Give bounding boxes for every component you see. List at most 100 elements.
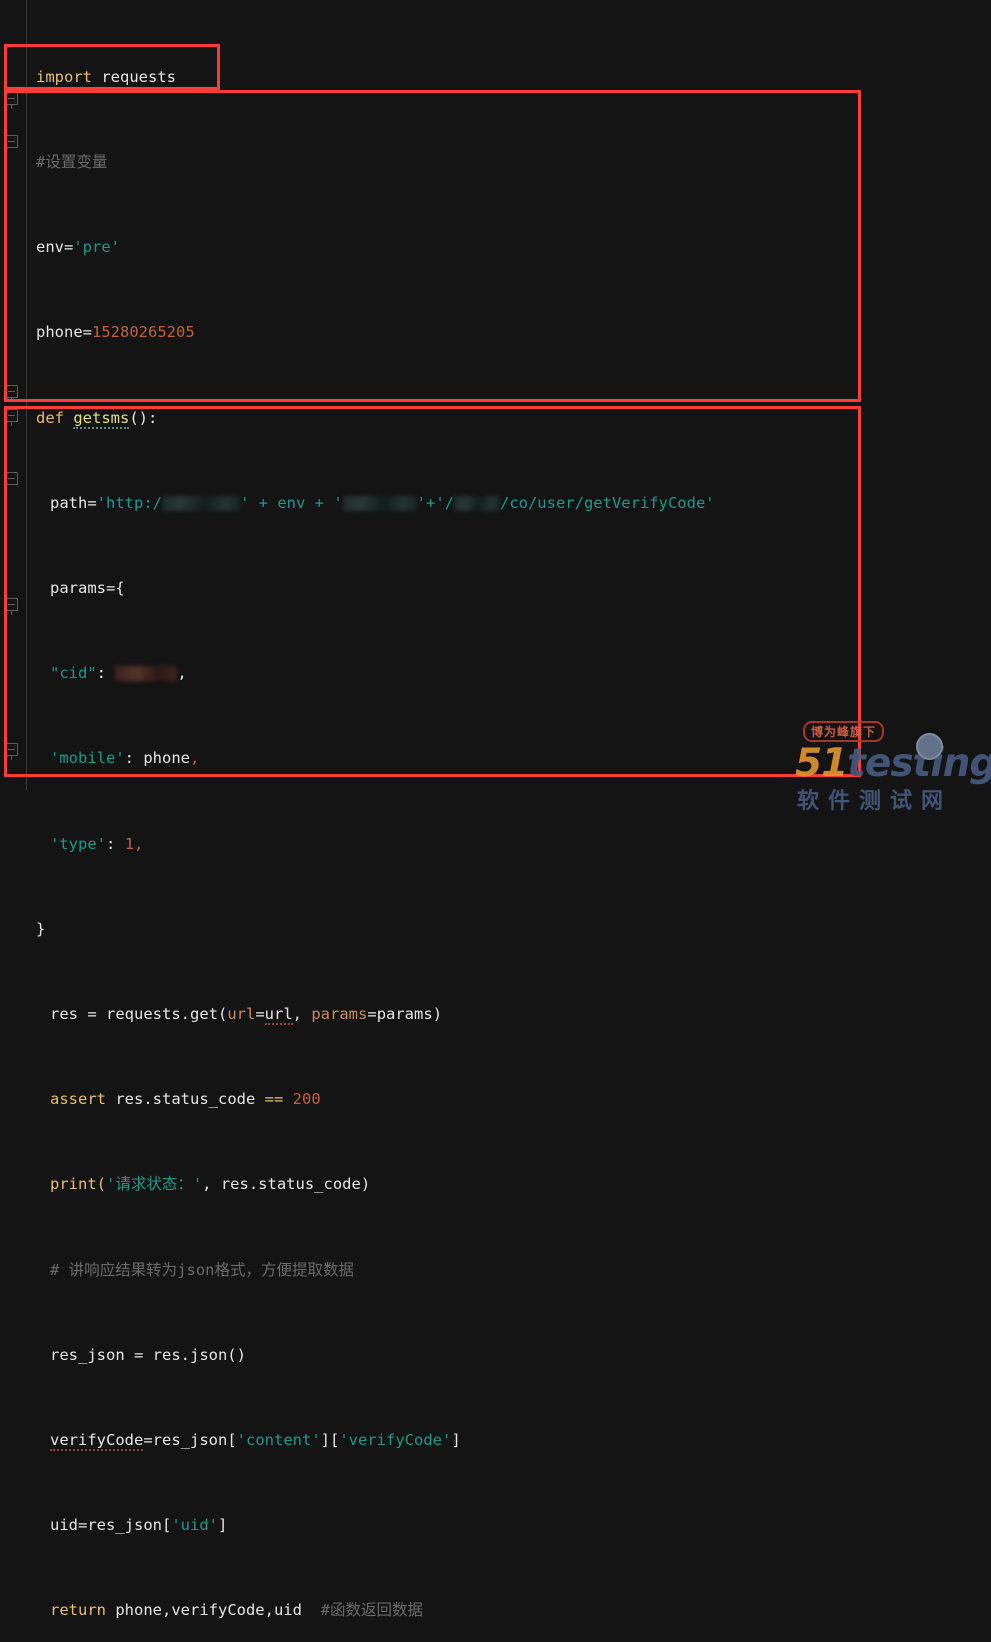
token-operator: = [82,323,93,342]
token-punctuation: ][ [320,1430,340,1449]
token-call: requests.get( [106,1004,228,1023]
token-variable: params [50,579,106,598]
token-operator: = [124,1345,153,1364]
token-punctuation: , [292,1004,312,1023]
token-operator: == [264,1090,284,1109]
token-variable: phone [36,323,83,342]
token-operator: = [87,493,97,512]
code-line[interactable]: params={ [0,578,991,599]
token-variable: env [36,238,64,257]
token-key: 'mobile' [50,749,125,768]
redacted-cid [115,666,178,682]
token-string: 'verifyCode' [339,1430,452,1449]
token-punctuation: ] [451,1430,461,1449]
code-line[interactable]: } [0,919,991,940]
token-variable: res [50,1004,78,1023]
token-string: 'uid' [171,1516,219,1535]
token-punctuation: : [96,664,107,683]
token-punctuation: : [124,749,134,768]
code-line[interactable]: res = requests.get(url=url, params=param… [0,1004,991,1025]
token-variable: url [264,1004,293,1025]
token-punctuation: , [190,749,200,768]
token-comment: #函数返回数据 [320,1601,423,1620]
watermark-51: 51 [795,741,848,786]
token-string: 'pre' [73,238,121,257]
redacted-domain [342,495,417,511]
code-content[interactable]: import requests #设置变量 env='pre' phone=15… [0,0,991,1642]
token-punctuation: } [36,919,46,938]
token-expression: phone,verifyCode,uid [106,1601,302,1620]
token-argument: res.status_code) [211,1175,371,1194]
redacted-path [453,495,500,511]
redacted-host [162,495,240,511]
token-punctuation: , [134,834,144,853]
token-variable: res_json [87,1516,162,1535]
code-line[interactable]: assert res.status_code == 200 [0,1089,991,1110]
token-operator: = [255,1004,265,1023]
token-variable: params [376,1004,433,1023]
watermark-badge: 博为峰旗下 [803,721,885,742]
code-line[interactable]: "cid": , [0,663,991,684]
code-line[interactable]: path='http:/ ' + env + ' '+'/ /co/user/getV… [0,493,991,514]
token-string: 'content' [236,1430,321,1449]
token-string: /co/user/getVerifyCode' [499,493,715,512]
token-operator: = [143,1430,153,1449]
token-variable: path [50,493,88,512]
code-line[interactable]: 'type': 1, [0,834,991,855]
code-editor[interactable]: import requests #设置变量 env='pre' phone=15… [0,0,991,1619]
token-variable: res_json [50,1345,125,1364]
token-comment: #设置变量 [36,153,108,172]
code-line[interactable]: #设置变量 [0,152,991,173]
token-keyword: import [36,67,92,86]
watermark: 博为峰旗下 51testing 软件测试网 [795,721,991,814]
token-number: 15280265205 [92,323,195,342]
token-operator: = [78,1004,106,1023]
token-punctuation: [ [162,1516,172,1535]
token-punctuation: [ [227,1430,237,1449]
code-line[interactable]: return phone,verifyCode,uid #函数返回数据 [0,1600,991,1621]
token-string: '+'/ [416,493,454,512]
token-punctuation: , [177,664,187,683]
code-line[interactable]: print('请求状态：', res.status_code) [0,1174,991,1195]
token-param: url [227,1004,256,1023]
token-punctuation: : [106,834,116,853]
code-line[interactable]: # 讲响应结果转为json格式，方便提取数据 [0,1260,991,1281]
token-punctuation: (): [129,408,158,427]
token-punctuation: , [202,1175,212,1194]
token-punctuation: ] [218,1516,228,1535]
code-line[interactable]: env='pre' [0,237,991,258]
code-line[interactable]: phone=15280265205 [0,322,991,343]
code-line[interactable]: res_json = res.json() [0,1345,991,1366]
token-expression: res.status_code [106,1090,265,1109]
token-punctuation: ) [432,1004,443,1023]
token-call: res.json() [152,1345,246,1364]
token-variable: res_json [152,1430,228,1449]
watermark-subtitle: 软件测试网 [797,789,953,814]
code-line[interactable]: def getsms(): [0,408,991,429]
code-line[interactable]: verifyCode=res_json['content']['verifyCo… [0,1430,991,1451]
token-operator: = [367,1004,377,1023]
token-param: params [311,1004,368,1023]
token-module: requests [101,67,176,86]
token-variable: uid [50,1516,78,1535]
code-line[interactable]: uid=res_json['uid'] [0,1515,991,1536]
token-key: "cid" [50,664,97,683]
token-punctuation: ={ [106,579,125,598]
watermark-magnifier-icon [916,733,943,760]
token-number: 1 [124,834,135,853]
token-operator: = [64,238,74,257]
token-keyword: return [50,1601,106,1620]
token-number: 200 [292,1090,321,1109]
code-line[interactable]: import requests [0,67,991,88]
token-keyword: assert [50,1090,106,1109]
token-comment: # 讲响应结果转为json格式，方便提取数据 [50,1260,354,1279]
token-variable: phone [143,749,191,768]
token-string: ' + env + ' [240,493,343,512]
token-function-name: getsms [73,408,130,429]
